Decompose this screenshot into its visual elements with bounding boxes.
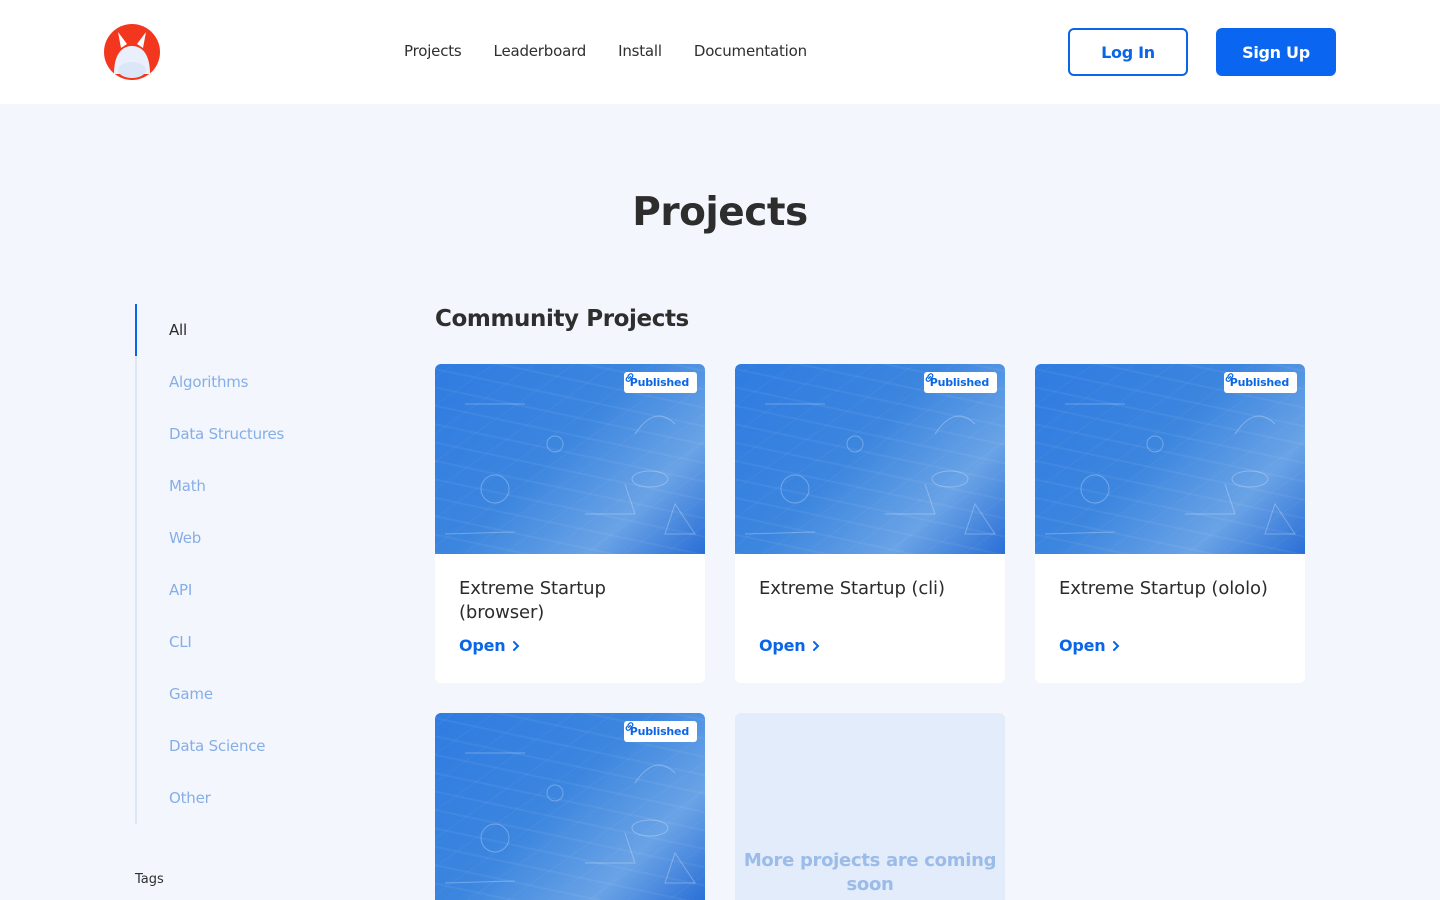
chevron-right-icon — [512, 640, 519, 651]
category-api[interactable]: API — [137, 564, 375, 616]
project-title: Extreme Startup (browser) — [459, 578, 606, 623]
category-all[interactable]: All — [135, 304, 375, 356]
signup-button[interactable]: Sign Up — [1216, 28, 1336, 76]
badge-label: Published — [929, 376, 989, 389]
coming-soon-text: More projects are coming soon — [743, 850, 997, 895]
nav-install[interactable]: Install — [618, 40, 662, 62]
link-icon — [625, 373, 634, 382]
chevron-right-icon — [1112, 640, 1119, 651]
category-other[interactable]: Other — [137, 772, 375, 824]
project-card[interactable]: Published Extreme Startup (cli) Open — [735, 364, 1005, 683]
published-badge: Published — [923, 372, 997, 393]
project-card[interactable]: Published Extreme Startup (browser) Open — [435, 364, 705, 683]
main-nav: Projects Leaderboard Install Documentati… — [404, 40, 807, 62]
brand-logo[interactable] — [104, 24, 160, 80]
badge-label: Published — [629, 725, 689, 738]
project-card[interactable]: Published — [435, 713, 705, 900]
open-label: Open — [1059, 636, 1106, 655]
project-title: Extreme Startup (ololo) — [1059, 578, 1268, 599]
top-navbar: Projects Leaderboard Install Documentati… — [0, 0, 1440, 104]
project-title: Extreme Startup (cli) — [759, 578, 945, 599]
category-data-structures[interactable]: Data Structures — [137, 408, 375, 460]
category-math[interactable]: Math — [137, 460, 375, 512]
project-thumbnail: Published — [1035, 364, 1305, 554]
nav-leaderboard[interactable]: Leaderboard — [494, 40, 587, 62]
link-icon — [925, 373, 934, 382]
coming-soon-card: More projects are coming soon — [735, 713, 1005, 900]
category-algorithms[interactable]: Algorithms — [137, 356, 375, 408]
category-data-science[interactable]: Data Science — [137, 720, 375, 772]
badge-label: Published — [1229, 376, 1289, 389]
project-thumbnail: Published — [735, 364, 1005, 554]
open-label: Open — [759, 636, 806, 655]
category-game[interactable]: Game — [137, 668, 375, 720]
open-label: Open — [459, 636, 506, 655]
category-web[interactable]: Web — [137, 512, 375, 564]
published-badge: Published — [623, 372, 697, 393]
project-thumbnail: Published — [435, 713, 705, 900]
badge-label: Published — [629, 376, 689, 389]
published-badge: Published — [623, 721, 697, 742]
open-link[interactable]: Open — [759, 636, 820, 655]
category-cli[interactable]: CLI — [137, 616, 375, 668]
tags-heading: Tags — [135, 872, 164, 887]
section-title: Community Projects — [435, 306, 689, 332]
open-link[interactable]: Open — [459, 636, 520, 655]
chevron-right-icon — [812, 640, 819, 651]
project-thumbnail: Published — [435, 364, 705, 554]
page-title: Projects — [632, 190, 808, 235]
login-button[interactable]: Log In — [1068, 28, 1188, 76]
category-sidebar: All Algorithms Data Structures Math Web … — [135, 304, 375, 824]
link-icon — [625, 722, 634, 731]
nav-documentation[interactable]: Documentation — [694, 40, 807, 62]
published-badge: Published — [1223, 372, 1297, 393]
link-icon — [1225, 373, 1234, 382]
project-card[interactable]: Published Extreme Startup (ololo) Open — [1035, 364, 1305, 683]
nav-projects[interactable]: Projects — [404, 40, 462, 62]
open-link[interactable]: Open — [1059, 636, 1120, 655]
